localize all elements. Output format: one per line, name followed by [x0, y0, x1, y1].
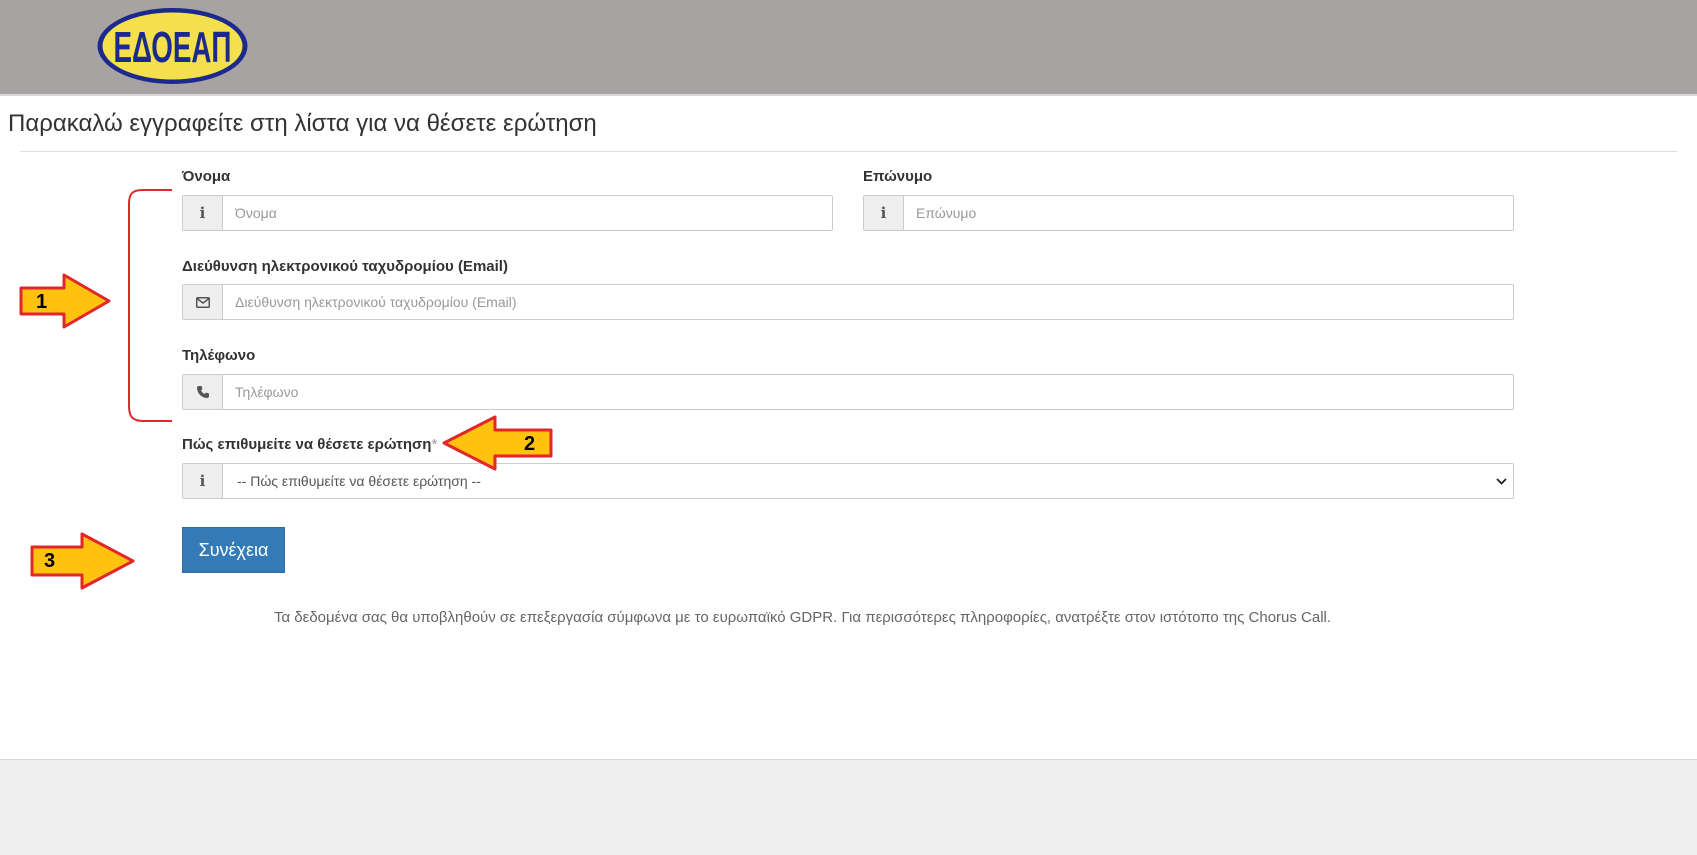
- email-group: [182, 284, 1514, 320]
- phone-label: Τηλέφωνο: [182, 347, 256, 364]
- footer-bar: [0, 759, 1697, 855]
- first-name-input[interactable]: [223, 196, 832, 230]
- annotation-arrow-2: 2: [442, 415, 553, 471]
- first-name-group: i: [182, 195, 833, 231]
- annotation-arrow-1-label: 1: [36, 291, 47, 313]
- question-mode-label-text: Πώς επιθυμείτε να θέσετε ερώτηση: [182, 436, 432, 453]
- phone-input[interactable]: [223, 375, 1513, 409]
- last-name-group: i: [863, 195, 1514, 231]
- annotation-arrow-3-label: 3: [44, 550, 55, 572]
- annotation-arrow-1: 1: [19, 273, 111, 329]
- last-name-input[interactable]: [904, 196, 1513, 230]
- email-label: Διεύθυνση ηλεκτρονικού ταχυδρομίου (Emai…: [182, 258, 508, 275]
- annotation-bracket: [128, 189, 172, 422]
- required-mark: *: [431, 436, 438, 453]
- email-input[interactable]: [223, 285, 1513, 319]
- question-mode-label: Πώς επιθυμείτε να θέσετε ερώτηση*: [182, 436, 437, 453]
- first-name-label: Όνομα: [182, 168, 231, 185]
- chevron-down-icon: [1496, 474, 1507, 488]
- question-mode-group: i -- Πώς επιθυμείτε να θέσετε ερώτηση --: [182, 463, 1514, 499]
- info-icon: i: [183, 196, 223, 230]
- envelope-icon: [183, 285, 223, 319]
- phone-icon: [183, 375, 223, 409]
- info-icon: i: [183, 464, 223, 498]
- question-mode-selected: -- Πώς επιθυμείτε να θέσετε ερώτηση --: [237, 473, 481, 489]
- gdpr-note-text: Τα δεδομένα σας θα υποβληθούν σε επεξεργ…: [273, 609, 1332, 626]
- annotation-arrow-2-label: 2: [524, 433, 535, 455]
- edoeap-logo: ΕΔΟΕΑΠ: [97, 8, 248, 84]
- info-icon: i: [864, 196, 904, 230]
- logo-text: ΕΔΟΕΑΠ: [114, 23, 232, 72]
- page-title: Παρακαλώ εγγραφείτε στη λίστα για να θέσ…: [8, 110, 597, 137]
- title-divider: [20, 151, 1677, 152]
- question-mode-select[interactable]: -- Πώς επιθυμείτε να θέσετε ερώτηση --: [223, 464, 1513, 498]
- continue-button[interactable]: Συνέχεια: [182, 527, 285, 573]
- annotation-arrow-3: 3: [30, 532, 135, 590]
- gdpr-note: Τα δεδομένα σας θα υποβληθούν σε επεξεργ…: [0, 609, 1697, 626]
- phone-group: [182, 374, 1514, 410]
- last-name-label: Επώνυμο: [863, 168, 933, 185]
- header-bar: ΕΔΟΕΑΠ: [0, 0, 1697, 96]
